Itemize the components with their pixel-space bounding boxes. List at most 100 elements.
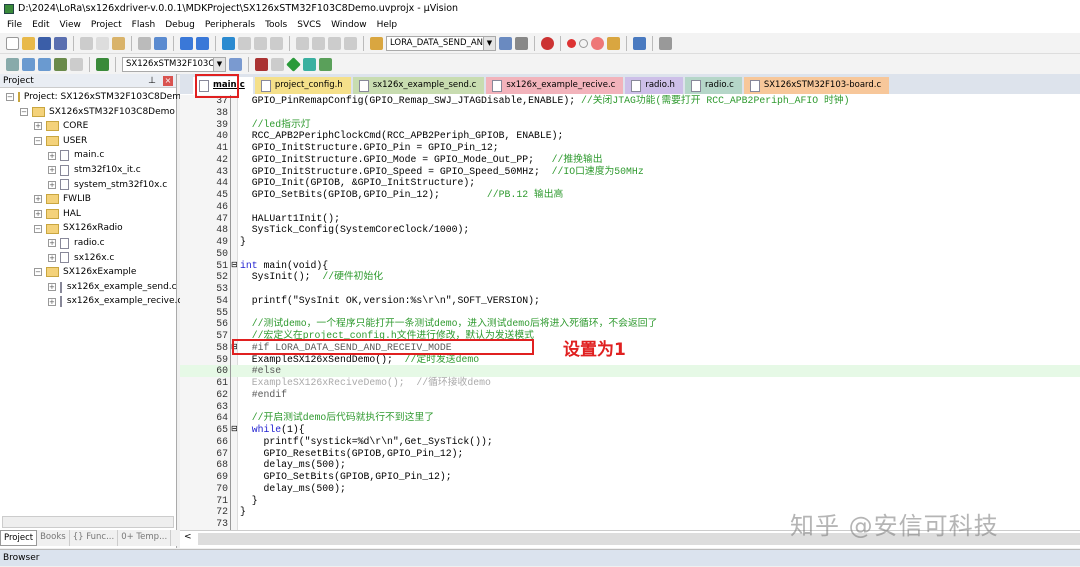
bookmark-icon[interactable] xyxy=(222,36,235,50)
collapse-icon[interactable]: − xyxy=(20,107,28,116)
code-line[interactable]: 39 //led指示灯 xyxy=(180,118,1080,131)
load-icon[interactable] xyxy=(96,57,109,71)
tree-item[interactable]: + sx126x_example_send.c xyxy=(0,280,177,295)
expand-icon[interactable]: + xyxy=(48,180,56,189)
code-line[interactable]: 48 SysTick_Config(SystemCoreClock/1000); xyxy=(180,224,1080,236)
code-line[interactable]: 45 GPIO_SetBits(GPIOB,GPIO_Pin_12); //PB… xyxy=(180,189,1080,201)
collapse-icon[interactable]: − xyxy=(34,137,42,146)
code-line[interactable]: 65 ⊟ while(1){ xyxy=(180,424,1080,436)
expand-icon[interactable]: + xyxy=(34,210,42,219)
code-line[interactable]: 71 } xyxy=(180,494,1080,507)
project-hscrollbar[interactable] xyxy=(2,516,174,528)
rebuild-icon[interactable] xyxy=(38,57,51,71)
tree-item[interactable]: − SX126xExample xyxy=(0,265,176,280)
code-line[interactable]: 50 xyxy=(180,247,1080,260)
expand-icon[interactable]: + xyxy=(34,122,42,131)
tree-item[interactable]: + system_stm32f10x.c xyxy=(0,178,176,193)
code-line[interactable]: 51 ⊟ int main(void){ xyxy=(180,259,1080,272)
code-line[interactable]: 60 #else xyxy=(180,365,1080,377)
code-line[interactable]: 40 RCC_APB2PeriphClockCmd(RCC_APB2Periph… xyxy=(180,130,1080,142)
code-line[interactable]: 43 GPIO_InitStructure.GPIO_Speed = GPIO_… xyxy=(180,165,1080,178)
pin-icon[interactable]: ⊥ xyxy=(148,74,156,88)
indent-icon[interactable] xyxy=(296,36,309,50)
expand-icon[interactable]: + xyxy=(48,166,56,175)
panel-tab-2[interactable]: {} Func... xyxy=(70,530,119,546)
code-line[interactable]: 70 delay_ms(500); xyxy=(180,482,1080,495)
expand-icon[interactable]: + xyxy=(48,283,56,292)
expand-icon[interactable]: + xyxy=(48,253,56,262)
expand-icon[interactable]: + xyxy=(48,239,56,248)
build-icon[interactable] xyxy=(22,57,35,71)
code-line[interactable]: 66 printf("systick=%d\r\n",Get_SysTick()… xyxy=(180,435,1080,448)
code-line[interactable]: 62 #endif xyxy=(180,388,1080,401)
menu-item-project[interactable]: Project xyxy=(86,17,127,33)
code-line[interactable]: 55 xyxy=(180,306,1080,319)
close-icon[interactable]: × xyxy=(163,76,173,86)
menu-item-peripherals[interactable]: Peripherals xyxy=(200,17,260,33)
undo-icon[interactable] xyxy=(138,36,151,50)
code-line[interactable]: 41 GPIO_InitStructure.GPIO_Pin = GPIO_Pi… xyxy=(180,142,1080,154)
code-line[interactable]: 64 //开启测试demo后代码就执行不到这里了 xyxy=(180,412,1080,424)
panel-tab-0[interactable]: Project xyxy=(0,530,38,546)
kill-breakpoints-icon[interactable] xyxy=(591,36,604,50)
code-line[interactable]: 37 GPIO_PinRemapConfig(GPIO_Remap_SWJ_JT… xyxy=(180,95,1080,107)
configure-icon[interactable] xyxy=(607,36,620,50)
code-line[interactable]: 67 GPIO_ResetBits(GPIOB,GPIO_Pin_12); xyxy=(180,447,1080,460)
tree-item[interactable]: + HAL xyxy=(0,207,176,222)
code-line[interactable]: 38 xyxy=(180,106,1080,119)
file-tab[interactable]: radio.h xyxy=(625,77,683,94)
code-line[interactable]: 52 SysInit(); //硬件初始化 xyxy=(180,271,1080,283)
chevron-down-icon[interactable]: ▼ xyxy=(483,36,495,50)
tree-item[interactable]: + radio.c xyxy=(0,236,176,251)
find-icon[interactable] xyxy=(499,36,512,50)
code-line[interactable]: 61 ExampleSX126xReciveDemo(); //循环接收demo xyxy=(180,377,1080,389)
code-line[interactable]: 47 HALUart1Init(); xyxy=(180,212,1080,225)
incremental-find-icon[interactable] xyxy=(515,36,528,50)
wrench-icon[interactable] xyxy=(659,36,672,50)
menu-item-view[interactable]: View xyxy=(55,17,86,33)
file-tab[interactable]: radio.c xyxy=(684,77,742,94)
panel-tab-3[interactable]: 0+ Temp... xyxy=(118,530,172,546)
unindent-icon[interactable] xyxy=(312,36,325,50)
tree-item[interactable]: + FWLIB xyxy=(0,192,176,207)
menu-item-debug[interactable]: Debug xyxy=(160,17,200,33)
menu-item-flash[interactable]: Flash xyxy=(127,17,161,33)
expand-icon[interactable]: + xyxy=(48,297,56,306)
menu-item-svcs[interactable]: SVCS xyxy=(292,17,326,33)
target-options-icon[interactable] xyxy=(229,57,242,71)
code-line[interactable]: 53 xyxy=(180,283,1080,295)
select-software-packs-icon[interactable] xyxy=(319,57,332,71)
uncomment-icon[interactable] xyxy=(344,36,357,50)
tree-item[interactable]: + main.c xyxy=(0,148,176,163)
code-line[interactable]: 63 xyxy=(180,400,1080,413)
code-line[interactable]: 42 GPIO_InitStructure.GPIO_Mode = GPIO_M… xyxy=(180,153,1080,166)
code-line[interactable]: 68 delay_ms(500); xyxy=(180,459,1080,471)
comment-icon[interactable] xyxy=(328,36,341,50)
tree-item[interactable]: + sx126x.c xyxy=(0,251,176,266)
menu-item-tools[interactable]: Tools xyxy=(260,17,292,33)
manage-components-icon[interactable] xyxy=(255,57,268,71)
code-line[interactable]: 54 printf("SysInit OK,version:%s\r\n",SO… xyxy=(180,294,1080,307)
code-line[interactable]: 44 GPIO_Init(GPIOB, &GPIO_InitStructure)… xyxy=(180,177,1080,189)
clear-bookmarks-icon[interactable] xyxy=(270,36,283,50)
code-line[interactable]: 69 GPIO_SetBits(GPIOB,GPIO_Pin_12); xyxy=(180,471,1080,483)
paste-icon[interactable] xyxy=(112,36,125,50)
tree-item[interactable]: − SX126xRadio xyxy=(0,221,176,236)
run-time-env-icon[interactable] xyxy=(303,57,316,71)
pack-installer-icon[interactable] xyxy=(286,56,301,72)
tree-item[interactable]: + CORE xyxy=(0,119,176,134)
chevron-down-icon[interactable]: ▼ xyxy=(213,57,225,71)
collapse-icon[interactable]: − xyxy=(6,93,14,102)
debug-icon[interactable] xyxy=(541,36,554,50)
tree-item[interactable]: − SX126xSTM32F103C8Demo xyxy=(0,105,176,120)
cut-icon[interactable] xyxy=(80,36,93,50)
code-line[interactable]: 49} xyxy=(180,236,1080,248)
nav-back-icon[interactable] xyxy=(180,36,193,50)
panel-tab-1[interactable]: Books xyxy=(37,530,70,546)
file-tab[interactable]: sx126x_example_send.c xyxy=(352,77,485,94)
expand-icon[interactable]: + xyxy=(34,195,42,204)
redo-icon[interactable] xyxy=(154,36,167,50)
scroll-left-icon[interactable]: < xyxy=(184,532,192,542)
find-in-files-icon[interactable] xyxy=(370,36,383,50)
open-file-icon[interactable] xyxy=(22,36,35,50)
